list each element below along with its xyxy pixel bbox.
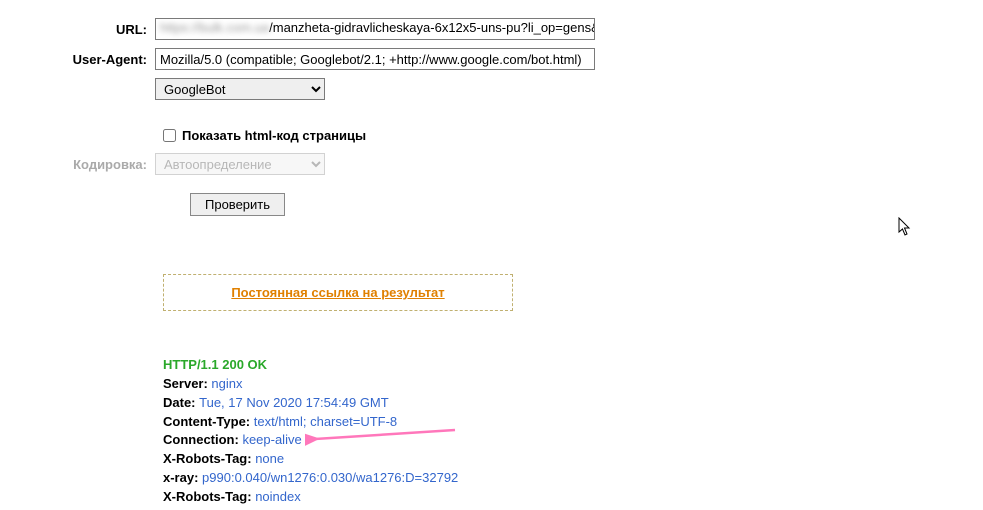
- http-header-name: Content-Type:: [163, 414, 254, 429]
- show-html-label: Показать html-код страницы: [182, 128, 366, 143]
- ua-select-row: GoogleBot: [0, 78, 983, 100]
- http-header-line: X-Robots-Tag: noindex: [163, 488, 983, 507]
- encoding-label: Кодировка:: [0, 157, 155, 172]
- url-label: URL:: [0, 22, 155, 37]
- user-agent-label: User-Agent:: [0, 52, 155, 67]
- submit-row: Проверить: [190, 193, 983, 216]
- http-status-line: HTTP/1.1 200 OK: [163, 356, 983, 375]
- http-header-value: keep-alive: [242, 432, 301, 447]
- http-header-value: none: [255, 451, 284, 466]
- show-html-checkbox[interactable]: [163, 129, 176, 142]
- http-header-name: x-ray:: [163, 470, 202, 485]
- http-header-value: p990:0.040/wn1276:0.030/wa1276:D=32792: [202, 470, 458, 485]
- http-header-line: Connection: keep-alive: [163, 431, 983, 450]
- encoding-select: Автоопределение: [155, 153, 325, 175]
- show-html-row: Показать html-код страницы: [163, 128, 983, 143]
- user-agent-input[interactable]: [155, 48, 595, 70]
- mouse-cursor-icon: [898, 217, 914, 237]
- user-agent-select[interactable]: GoogleBot: [155, 78, 325, 100]
- http-header-value: Tue, 17 Nov 2020 17:54:49 GMT: [199, 395, 389, 410]
- http-header-name: X-Robots-Tag:: [163, 489, 255, 504]
- encoding-row: Кодировка: Автоопределение: [0, 153, 983, 175]
- http-headers: Server: nginxDate: Tue, 17 Nov 2020 17:5…: [163, 375, 983, 507]
- url-input-blur: https://bulk.com.ua: [160, 20, 269, 38]
- http-header-name: X-Robots-Tag:: [163, 451, 255, 466]
- permalink-link[interactable]: Постоянная ссылка на результат: [231, 285, 444, 300]
- url-input[interactable]: https://bulk.com.ua /manzheta-gidravlich…: [155, 18, 595, 40]
- http-header-value: noindex: [255, 489, 301, 504]
- http-header-line: x-ray: p990:0.040/wn1276:0.030/wa1276:D=…: [163, 469, 983, 488]
- http-header-name: Date:: [163, 395, 199, 410]
- http-header-value: text/html; charset=UTF-8: [254, 414, 397, 429]
- http-header-name: Connection:: [163, 432, 242, 447]
- http-header-line: X-Robots-Tag: none: [163, 450, 983, 469]
- http-response: HTTP/1.1 200 OK Server: nginxDate: Tue, …: [163, 356, 983, 507]
- http-header-value: nginx: [211, 376, 242, 391]
- http-header-line: Server: nginx: [163, 375, 983, 394]
- url-row: URL: https://bulk.com.ua /manzheta-gidra…: [0, 18, 983, 40]
- http-header-line: Date: Tue, 17 Nov 2020 17:54:49 GMT: [163, 394, 983, 413]
- http-header-line: Content-Type: text/html; charset=UTF-8: [163, 413, 983, 432]
- submit-button[interactable]: Проверить: [190, 193, 285, 216]
- user-agent-row: User-Agent:: [0, 48, 983, 70]
- http-header-name: Server:: [163, 376, 211, 391]
- permalink-box: Постоянная ссылка на результат: [163, 274, 513, 311]
- url-input-value: /manzheta-gidravlicheskaya-6x12x5-uns-pu…: [269, 20, 595, 38]
